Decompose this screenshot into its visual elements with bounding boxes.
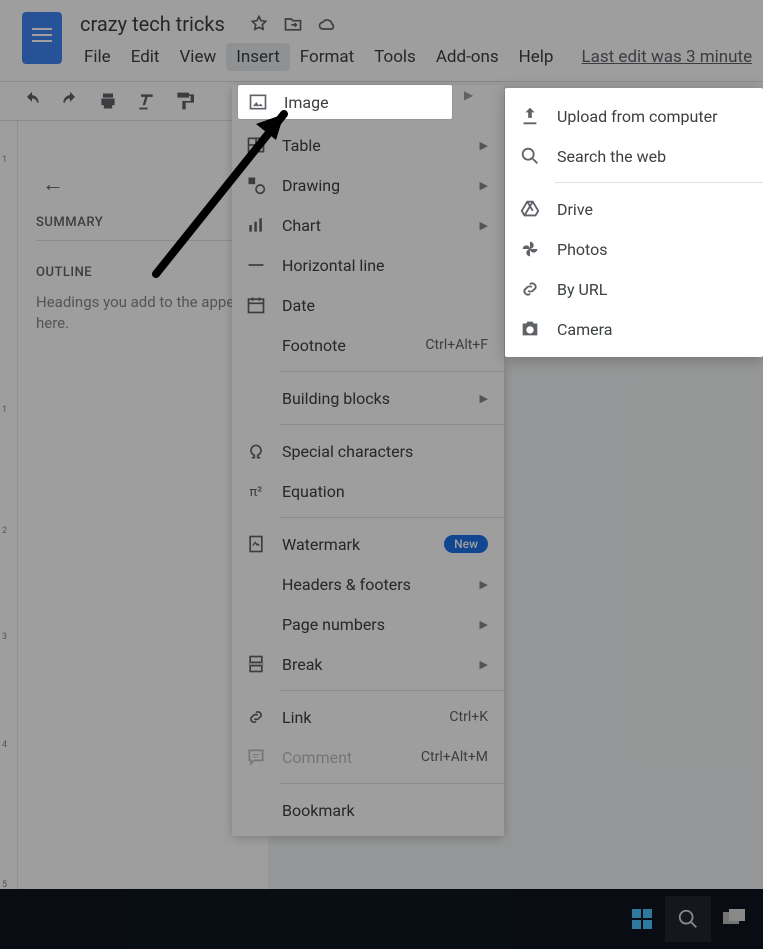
menu-file[interactable]: File bbox=[74, 43, 121, 71]
insert-building-blocks-item[interactable]: Building blocks▶ bbox=[232, 378, 504, 418]
insert-link-item[interactable]: LinkCtrl+K bbox=[232, 697, 504, 737]
image-camera-item[interactable]: Camera bbox=[505, 309, 763, 349]
search-icon bbox=[519, 145, 541, 167]
menu-insert[interactable]: Insert bbox=[226, 43, 290, 71]
last-edit-link[interactable]: Last edit was 3 minute bbox=[581, 47, 752, 67]
print-icon[interactable] bbox=[98, 91, 118, 111]
insert-bookmark-item[interactable]: Bookmark bbox=[232, 790, 504, 830]
outline-hint: Headings you add to the appear here. bbox=[36, 292, 250, 334]
url-icon bbox=[519, 278, 541, 300]
upload-icon bbox=[519, 105, 541, 127]
shortcut-label: Ctrl+K bbox=[449, 709, 488, 725]
link-icon bbox=[246, 707, 266, 727]
menu-item-label: Comment bbox=[282, 748, 421, 767]
submenu-arrow-icon: ▶ bbox=[480, 392, 488, 405]
start-button[interactable] bbox=[619, 896, 665, 942]
image-by-url-item[interactable]: By URL bbox=[505, 269, 763, 309]
menu-add-ons[interactable]: Add-ons bbox=[426, 43, 509, 71]
insert-footnote-item[interactable]: FootnoteCtrl+Alt+F bbox=[232, 325, 504, 365]
menu-item-label: Headers & footers bbox=[282, 575, 480, 594]
image-drive-item[interactable]: Drive bbox=[505, 189, 763, 229]
taskbar-search-icon[interactable] bbox=[665, 896, 711, 942]
insert-watermark-item[interactable]: WatermarkNew bbox=[232, 524, 504, 564]
docs-logo-icon[interactable] bbox=[22, 12, 62, 64]
menu-item-label: Page numbers bbox=[282, 615, 480, 634]
submenu-arrow-icon: ▶ bbox=[480, 578, 488, 591]
pi-icon: π² bbox=[246, 481, 266, 501]
document-title[interactable]: crazy tech tricks bbox=[74, 10, 231, 38]
vertical-ruler: 112345 bbox=[0, 121, 18, 889]
submenu-item-label: Photos bbox=[557, 240, 608, 259]
image-photos-item[interactable]: Photos bbox=[505, 229, 763, 269]
blank-icon bbox=[246, 800, 266, 820]
comment-icon bbox=[246, 747, 266, 767]
submenu-item-label: Drive bbox=[557, 200, 593, 219]
menu-format[interactable]: Format bbox=[290, 43, 364, 71]
photos-icon bbox=[519, 238, 541, 260]
star-icon[interactable] bbox=[249, 14, 269, 34]
menu-item-label: Break bbox=[282, 655, 480, 674]
image-upload-from-computer-item[interactable]: Upload from computer bbox=[505, 96, 763, 136]
menu-item-label: Building blocks bbox=[282, 389, 480, 408]
redo-icon[interactable] bbox=[60, 91, 80, 111]
menu-item-label: Equation bbox=[282, 482, 488, 501]
drive-icon bbox=[519, 198, 541, 220]
task-view-icon[interactable] bbox=[711, 896, 757, 942]
submenu-item-label: Camera bbox=[557, 320, 612, 339]
menu-item-label: Watermark bbox=[282, 535, 444, 554]
break-icon bbox=[246, 654, 266, 674]
shortcut-label: Ctrl+Alt+F bbox=[425, 337, 488, 353]
svg-text:π²: π² bbox=[249, 485, 262, 500]
blank-icon bbox=[246, 388, 266, 408]
camera-icon bbox=[519, 318, 541, 340]
image-submenu: Upload from computer Search the web Drive P… bbox=[505, 88, 763, 357]
insert-page-numbers-item[interactable]: Page numbers▶ bbox=[232, 604, 504, 644]
insert-comment-item: CommentCtrl+Alt+M bbox=[232, 737, 504, 777]
new-badge: New bbox=[444, 535, 488, 553]
insert-image-submenu-arrow-icon: ▶ bbox=[464, 88, 473, 102]
insert-headers-footers-item[interactable]: Headers & footers▶ bbox=[232, 564, 504, 604]
menu-item-label: Link bbox=[282, 708, 449, 727]
menu-item-label: Footnote bbox=[282, 336, 425, 355]
insert-special-characters-item[interactable]: Special characters bbox=[232, 431, 504, 471]
submenu-arrow-icon: ▶ bbox=[480, 179, 488, 192]
menu-edit[interactable]: Edit bbox=[121, 43, 170, 71]
submenu-arrow-icon: ▶ bbox=[480, 139, 488, 152]
insert-break-item[interactable]: Break▶ bbox=[232, 644, 504, 684]
submenu-arrow-icon: ▶ bbox=[480, 618, 488, 631]
move-icon[interactable] bbox=[283, 14, 303, 34]
blank-icon bbox=[246, 614, 266, 634]
menu-item-label: Date bbox=[282, 296, 488, 315]
submenu-item-label: By URL bbox=[557, 280, 607, 299]
menu-item-label: Special characters bbox=[282, 442, 488, 461]
annotation-arrow-icon bbox=[144, 96, 314, 286]
menu-view[interactable]: View bbox=[169, 43, 226, 71]
image-search-the-web-item[interactable]: Search the web bbox=[505, 136, 763, 176]
date-icon bbox=[246, 295, 266, 315]
shortcut-label: Ctrl+Alt+M bbox=[421, 749, 488, 765]
cloud-icon[interactable] bbox=[317, 14, 337, 34]
menu-help[interactable]: Help bbox=[509, 43, 564, 71]
blank-icon bbox=[246, 335, 266, 355]
submenu-arrow-icon: ▶ bbox=[480, 219, 488, 232]
blank-icon bbox=[246, 574, 266, 594]
insert-date-item[interactable]: Date bbox=[232, 285, 504, 325]
submenu-item-label: Upload from computer bbox=[557, 107, 718, 126]
watermark-icon bbox=[246, 534, 266, 554]
submenu-arrow-icon: ▶ bbox=[480, 658, 488, 671]
omega-icon bbox=[246, 441, 266, 461]
menu-item-label: Bookmark bbox=[282, 801, 488, 820]
menu-tools[interactable]: Tools bbox=[364, 43, 426, 71]
undo-icon[interactable] bbox=[22, 91, 42, 111]
submenu-item-label: Search the web bbox=[557, 147, 666, 166]
insert-equation-item[interactable]: π² Equation bbox=[232, 471, 504, 511]
windows-taskbar bbox=[0, 889, 763, 949]
menu-bar: FileEditViewInsertFormatToolsAdd-onsHelp… bbox=[74, 40, 763, 74]
